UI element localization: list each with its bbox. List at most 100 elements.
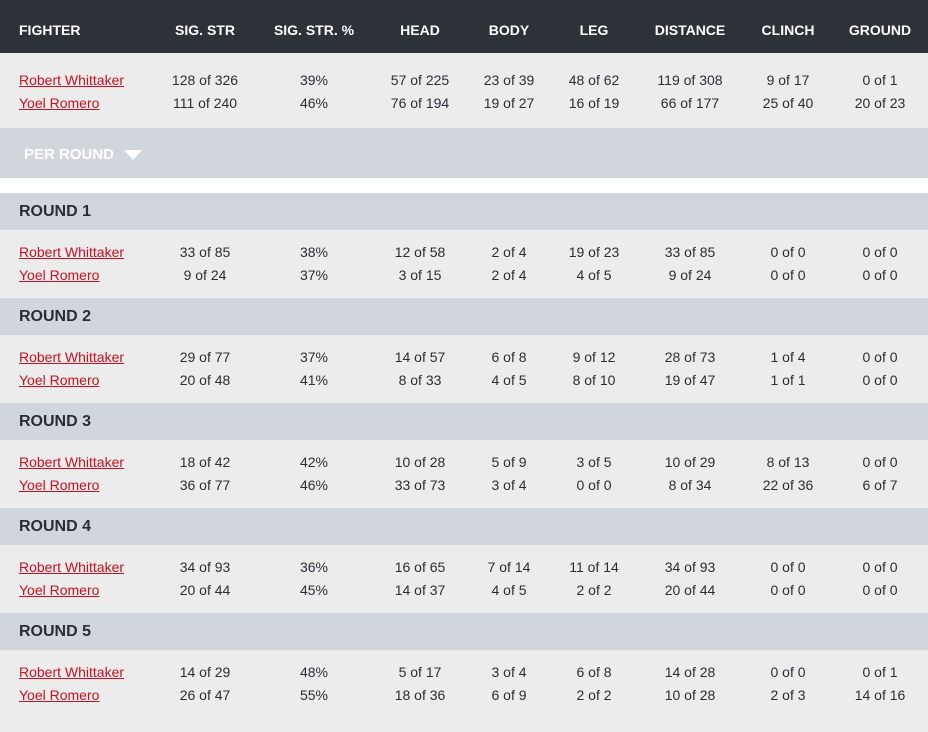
stat-clinch: 1 of 4 — [770, 349, 806, 365]
stat-clinch: 0 of 0 — [770, 244, 806, 260]
stat-head: 14 of 57 — [394, 349, 446, 365]
stat-head: 10 of 28 — [394, 454, 446, 470]
stat-ground: 0 of 0 — [862, 349, 898, 365]
fighter-link[interactable]: Robert Whittaker — [19, 454, 124, 471]
stat-ground: 0 of 0 — [862, 559, 898, 575]
stat-pct: 41% — [299, 372, 329, 388]
fighter-link[interactable]: Robert Whittaker — [19, 349, 124, 366]
stat-distance: 9 of 24 — [668, 267, 712, 283]
stat-sig-str: 111 of 240 — [172, 95, 238, 111]
stat-leg: 0 of 0 — [576, 477, 612, 493]
stat-body: 3 of 4 — [491, 664, 527, 680]
round-2-header — [0, 298, 928, 335]
stat-head: 57 of 225 — [390, 72, 450, 88]
stat-clinch: 22 of 36 — [762, 477, 814, 493]
stat-body: 2 of 4 — [491, 244, 527, 260]
stat-sig-str: 9 of 24 — [183, 267, 227, 283]
stat-head: 12 of 58 — [394, 244, 446, 260]
stat-pct: 38% — [299, 244, 329, 260]
stat-ground: 0 of 1 — [862, 664, 898, 680]
fighter-link[interactable]: Robert Whittaker — [19, 559, 124, 576]
stat-leg: 19 of 23 — [568, 244, 620, 260]
fighter-link[interactable]: Robert Whittaker — [19, 244, 124, 261]
stat-sig-str: 36 of 77 — [179, 477, 231, 493]
stat-distance: 33 of 85 — [664, 244, 716, 260]
stat-leg: 9 of 12 — [572, 349, 616, 365]
fighter-link[interactable]: Yoel Romero — [19, 95, 99, 112]
header-distance: DISTANCE — [654, 22, 726, 38]
stat-distance: 10 of 29 — [664, 454, 716, 470]
fighter-link[interactable]: Yoel Romero — [19, 687, 99, 704]
stat-body: 19 of 27 — [483, 95, 535, 111]
stat-head: 33 of 73 — [394, 477, 446, 493]
stat-clinch: 0 of 0 — [770, 267, 806, 283]
round-5-header — [0, 613, 928, 650]
stat-leg: 48 of 62 — [568, 72, 620, 88]
stat-distance: 66 of 177 — [660, 95, 720, 111]
stat-pct: 45% — [299, 582, 329, 598]
header-ground: GROUND — [848, 22, 912, 38]
stat-sig-str: 26 of 47 — [179, 687, 231, 703]
stat-pct: 42% — [299, 454, 329, 470]
stat-leg: 2 of 2 — [576, 582, 612, 598]
stat-body: 6 of 8 — [491, 349, 527, 365]
stat-body: 23 of 39 — [483, 72, 535, 88]
stat-distance: 119 of 308 — [657, 72, 723, 88]
stat-body: 6 of 9 — [491, 687, 527, 703]
round-4-header — [0, 508, 928, 545]
stat-head: 8 of 33 — [398, 372, 442, 388]
stat-body: 7 of 14 — [487, 559, 531, 575]
stat-body: 4 of 5 — [491, 582, 527, 598]
per-round-label: PER ROUND — [24, 146, 115, 163]
stat-head: 5 of 17 — [398, 664, 442, 680]
stat-clinch: 1 of 1 — [770, 372, 806, 388]
stat-head: 3 of 15 — [398, 267, 442, 283]
stat-pct: 46% — [299, 95, 329, 111]
totals-section — [0, 53, 928, 128]
stat-ground: 0 of 0 — [862, 372, 898, 388]
stat-pct: 36% — [299, 559, 329, 575]
round-4-body — [0, 545, 928, 613]
fighter-link[interactable]: Yoel Romero — [19, 267, 99, 284]
stat-clinch: 8 of 13 — [766, 454, 810, 470]
fighter-link[interactable]: Robert Whittaker — [19, 664, 124, 681]
stat-sig-str: 34 of 93 — [179, 559, 231, 575]
stat-pct: 46% — [299, 477, 329, 493]
round-1-body — [0, 230, 928, 298]
fighter-link[interactable]: Yoel Romero — [19, 582, 99, 599]
stat-pct: 39% — [299, 72, 329, 88]
header-head: HEAD — [400, 22, 440, 38]
stat-sig-str: 29 of 77 — [179, 349, 231, 365]
stat-body: 5 of 9 — [491, 454, 527, 470]
round-title: ROUND 1 — [19, 203, 92, 220]
header-clinch: CLINCH — [761, 22, 815, 38]
stat-head: 16 of 65 — [394, 559, 446, 575]
fighter-link[interactable]: Yoel Romero — [19, 477, 99, 494]
header-sig-str: SIG. STR — [175, 22, 235, 38]
fighter-link[interactable]: Robert Whittaker — [19, 72, 124, 89]
stat-ground: 20 of 23 — [854, 95, 906, 111]
stat-pct: 55% — [299, 687, 329, 703]
round-3-header — [0, 403, 928, 440]
stat-clinch: 2 of 3 — [770, 687, 806, 703]
header-leg: LEG — [579, 22, 609, 38]
stat-clinch: 0 of 0 — [770, 582, 806, 598]
stat-leg: 8 of 10 — [572, 372, 616, 388]
stat-clinch: 0 of 0 — [770, 664, 806, 680]
stat-leg: 3 of 5 — [576, 454, 612, 470]
stat-leg: 4 of 5 — [576, 267, 612, 283]
stat-clinch: 9 of 17 — [766, 72, 810, 88]
stat-leg: 2 of 2 — [576, 687, 612, 703]
fighter-link[interactable]: Yoel Romero — [19, 372, 99, 389]
stat-distance: 8 of 34 — [668, 477, 712, 493]
stat-distance: 14 of 28 — [664, 664, 716, 680]
stat-pct: 48% — [299, 664, 329, 680]
round-title: ROUND 3 — [19, 413, 92, 430]
round-2-body — [0, 335, 928, 403]
fight-stats-page: FIGHTER SIG. STR SIG. STR. % HEAD BODY L… — [0, 0, 928, 732]
stat-clinch: 0 of 0 — [770, 559, 806, 575]
per-round-toggle[interactable]: PER ROUND — [24, 145, 143, 165]
stat-leg: 11 of 14 — [569, 559, 619, 575]
stat-distance: 10 of 28 — [664, 687, 716, 703]
header-fighter: FIGHTER — [19, 22, 81, 38]
